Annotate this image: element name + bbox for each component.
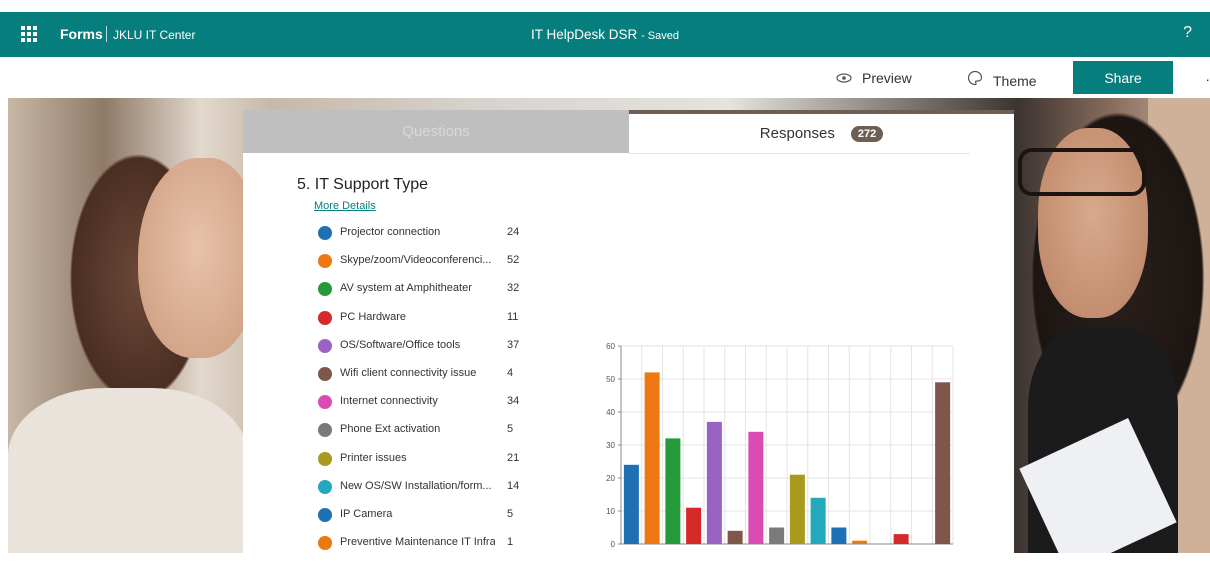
legend-color-swatch — [318, 338, 332, 353]
bg-person-left-face — [138, 158, 258, 358]
theme-label: Theme — [993, 73, 1037, 89]
legend-item: Phone Ext activation 5 — [318, 420, 548, 448]
legend-color-swatch — [318, 254, 332, 269]
legend-label: Wifi client connectivity issue — [340, 366, 477, 379]
legend-label: AV system at Amphitheater — [340, 282, 472, 295]
legend-count: 5 — [507, 507, 514, 520]
chart-bar[interactable] — [852, 540, 868, 544]
y-tick-label: 30 — [606, 441, 615, 450]
tab-questions-label: Questions — [402, 123, 470, 140]
legend-label: New OS/SW Installation/form... — [340, 479, 492, 492]
legend-count: 4 — [507, 366, 514, 379]
chart-bar[interactable] — [644, 372, 660, 544]
legend-count: 21 — [507, 451, 520, 464]
chart-bar[interactable] — [935, 382, 951, 544]
legend-color-swatch — [318, 310, 332, 325]
legend-item: Internet connectivity 34 — [318, 392, 548, 420]
legend-item: New OS/SW Installation/form... 14 — [318, 477, 548, 505]
tab-responses-label: Responses — [759, 125, 835, 142]
chart-bar[interactable] — [686, 507, 702, 544]
share-button[interactable]: Share — [1073, 61, 1173, 94]
preview-label: Preview — [862, 70, 912, 86]
legend-label: Internet connectivity — [340, 395, 438, 408]
legend-item: Skype/zoom/Videoconferenci... 52 — [318, 251, 548, 279]
preview-button[interactable]: Preview — [836, 70, 912, 86]
legend-count: 52 — [507, 254, 520, 267]
legend-item: Preventive Maintenance IT Infra 1 — [318, 533, 548, 561]
chart-bar[interactable] — [810, 497, 826, 544]
bg-person-left-body — [8, 388, 248, 553]
responses-card: Questions Responses 272 5. IT Support Ty… — [243, 110, 1014, 553]
y-tick-label: 40 — [606, 408, 615, 417]
legend-item: OS/Software/Office tools 37 — [318, 336, 548, 364]
chart-bar[interactable] — [727, 530, 743, 544]
legend-color-swatch — [318, 282, 332, 297]
app-header: Forms JKLU IT Center IT HelpDesk DSR - S… — [0, 12, 1210, 57]
y-tick-label: 60 — [606, 342, 615, 351]
legend-count: 34 — [507, 395, 520, 408]
legend-color-swatch — [318, 507, 332, 522]
legend-item: AV system at Amphitheater 32 — [318, 279, 548, 307]
legend-label: PC Hardware — [340, 310, 407, 323]
theme-button[interactable]: Theme — [967, 70, 1037, 89]
legend-color-swatch — [318, 423, 332, 438]
legend-count: 24 — [507, 226, 520, 238]
eye-icon — [836, 71, 852, 86]
legend-count: 37 — [507, 338, 520, 351]
legend-color-swatch — [318, 451, 332, 466]
bg-glasses — [1018, 148, 1146, 196]
y-tick-label: 20 — [606, 474, 615, 483]
chart-bar[interactable] — [831, 527, 847, 545]
chart-bar[interactable] — [769, 527, 785, 545]
legend-label: Projector connection — [340, 226, 441, 238]
y-tick-label: 50 — [606, 375, 615, 384]
legend-color-swatch — [318, 226, 332, 240]
chart-bar[interactable] — [706, 421, 722, 544]
legend-color-swatch — [318, 479, 332, 494]
palette-icon — [967, 70, 983, 89]
help-icon[interactable]: ? — [1183, 24, 1192, 42]
legend-item: PC Hardware 11 — [318, 308, 548, 336]
chart-bar[interactable] — [665, 438, 681, 544]
legend-color-swatch — [318, 536, 332, 551]
legend-label: Phone Ext activation — [340, 423, 441, 436]
chart-bar[interactable] — [748, 431, 764, 544]
more-details-link[interactable]: More Details — [314, 200, 376, 212]
chart-bar[interactable] — [893, 534, 909, 544]
y-tick-label: 10 — [606, 507, 615, 516]
chart-bar[interactable] — [789, 474, 805, 544]
form-title[interactable]: IT HelpDesk DSR — [531, 27, 637, 42]
legend-label: OS/Software/Office tools — [340, 338, 461, 351]
chart-bar[interactable] — [623, 464, 639, 544]
legend-color-swatch — [318, 366, 332, 381]
legend-item: Wifi client connectivity issue 4 — [318, 364, 548, 392]
legend-count: 11 — [507, 310, 519, 323]
legend-item: IP Camera 5 — [318, 505, 548, 533]
bar-chart: 0 10 20 30 40 50 60 — [606, 342, 954, 549]
y-tick-label: 0 — [611, 540, 616, 549]
legend-label: Skype/zoom/Videoconferenci... — [340, 254, 492, 267]
command-bar: Preview Theme Share · — [0, 57, 1210, 98]
legend-item: Printer issues 21 — [318, 449, 548, 477]
tab-questions[interactable]: Questions — [243, 110, 629, 153]
tab-responses[interactable]: Responses 272 — [629, 110, 1014, 153]
responses-count-badge: 272 — [850, 125, 884, 142]
legend-label: Printer issues — [340, 451, 407, 464]
legend-count: 14 — [507, 479, 520, 492]
document-title: IT HelpDesk DSR - Saved — [0, 27, 1210, 42]
chart-legend: Projector connection 24 Skype/zoom/Videoco… — [318, 223, 548, 561]
legend-count: 32 — [507, 282, 520, 295]
legend-label: Preventive Maintenance IT Infra — [340, 536, 495, 549]
tab-bar: Questions Responses 272 — [243, 110, 1014, 154]
legend-count: 1 — [507, 536, 514, 549]
tab-divider — [629, 153, 970, 154]
legend-color-swatch — [318, 395, 332, 410]
save-status: - Saved — [641, 30, 679, 42]
legend-count: 5 — [507, 423, 514, 436]
question-title: 5. IT Support Type — [297, 176, 429, 193]
more-options-icon[interactable]: · — [1205, 71, 1210, 87]
legend-label: IP Camera — [340, 507, 393, 520]
legend-item: Projector connection 24 — [318, 223, 548, 251]
